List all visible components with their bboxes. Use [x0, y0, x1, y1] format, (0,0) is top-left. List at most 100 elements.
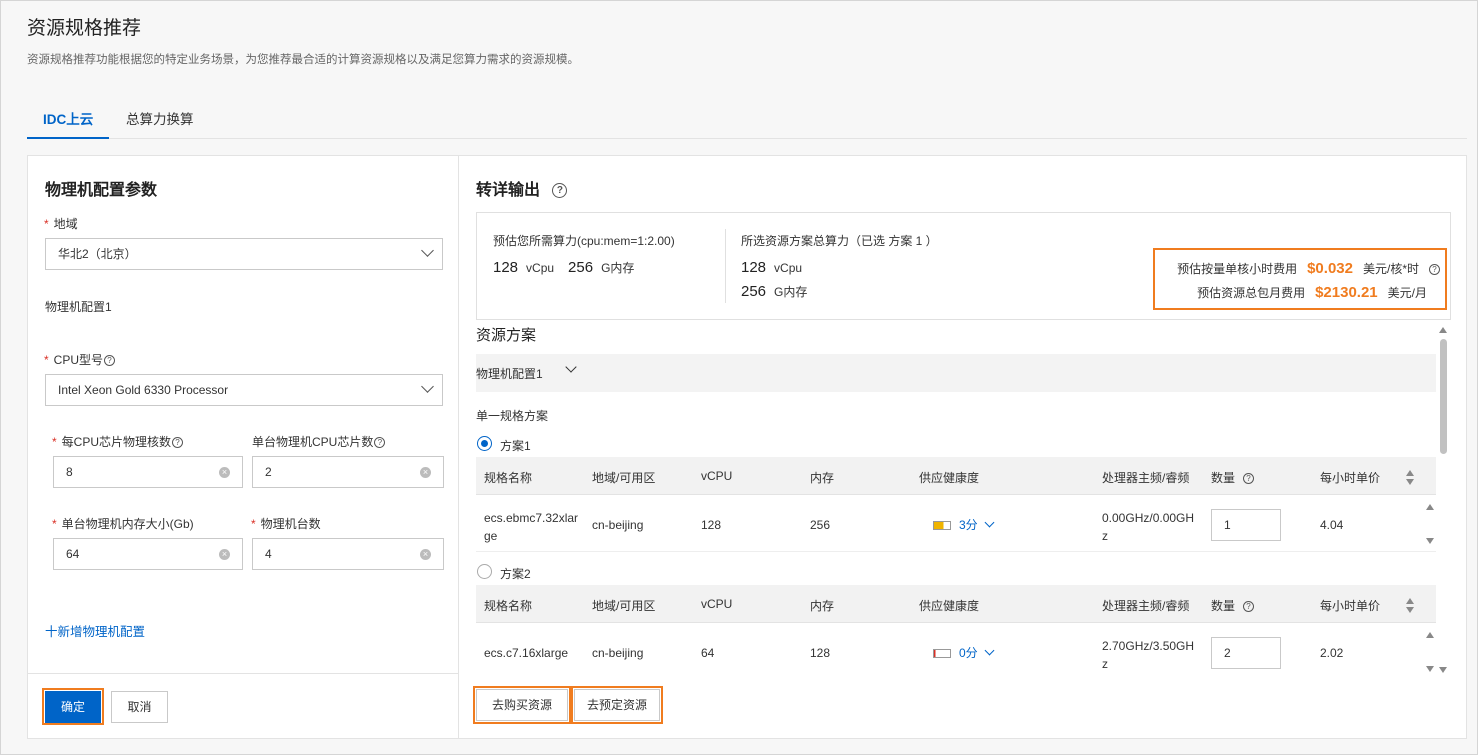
col-frequency: 处理器主频/睿频	[1102, 471, 1190, 485]
health-bar-icon	[933, 649, 951, 658]
health-bar-icon	[933, 521, 951, 530]
compute-summary: 预估您所需算力(cpu:mem=1:2.00) 128 vCpu 256 G内存 所选…	[476, 212, 1451, 320]
plan1-radio[interactable]	[477, 436, 492, 451]
col-hourly-price: 每小时单价	[1320, 471, 1381, 485]
help-icon[interactable]: ?	[172, 437, 184, 448]
scrollbar-thumb[interactable]	[1440, 339, 1447, 454]
help-icon[interactable]: ?	[104, 355, 116, 366]
col-vcpu: vCPU	[701, 597, 733, 611]
plan1-quantity-input[interactable]: 1	[1211, 509, 1281, 541]
plan2-price: 2.02	[1320, 646, 1344, 660]
plan2-spec: ecs.c7.16xlarge	[484, 646, 569, 660]
plan1-label: 方案1	[500, 439, 531, 453]
cores-label: * 每CPU芯片物理核数?	[52, 433, 184, 450]
scroll-up-icon[interactable]	[1439, 327, 1447, 333]
region-label: * 地域	[44, 217, 78, 231]
plan1-region: cn-beijing	[592, 518, 644, 532]
confirm-button[interactable]: 确定	[45, 691, 101, 723]
hourly-cost: 预估按量单核小时费用 $0.032 美元/核*时?	[1177, 260, 1440, 277]
help-icon[interactable]: ?	[1243, 473, 1255, 484]
output-panel: 转详输出 ? 预估您所需算力(cpu:mem=1:2.00) 128 vCpu 25…	[458, 155, 1467, 739]
add-physical-config-link[interactable]: 十新增物理机配置	[45, 621, 145, 640]
memory-input[interactable]: 64 ×	[53, 538, 243, 570]
col-spec: 规格名称	[484, 471, 533, 485]
clear-icon[interactable]: ×	[420, 467, 431, 478]
page-description: 资源规格推荐功能根据您的特定业务场景，为您推荐最合适的计算资源规格以及满足您算力…	[27, 54, 579, 66]
single-spec-label: 单一规格方案	[476, 409, 549, 423]
plan2-vcpu: 64	[701, 646, 715, 660]
clear-icon[interactable]: ×	[420, 549, 431, 560]
clear-icon[interactable]: ×	[219, 549, 230, 560]
col-health: 供应健康度	[919, 599, 980, 613]
reserve-resource-button[interactable]: 去预定资源	[574, 689, 660, 721]
region-select[interactable]: 华北2（北京）	[45, 238, 443, 270]
col-region: 地域/可用区	[592, 599, 656, 613]
required-compute-title: 预估您所需算力(cpu:mem=1:2.00)	[493, 234, 675, 248]
col-memory: 内存	[810, 599, 835, 613]
col-region: 地域/可用区	[592, 471, 656, 485]
sort-down-icon[interactable]	[1406, 479, 1414, 485]
col-quantity: 数量?	[1211, 469, 1255, 486]
plan1-table-row: ecs.ebmc7.32xlar ge cn-beijing 128 256 3分…	[476, 496, 1436, 552]
chips-label: 单台物理机CPU芯片数?	[252, 433, 386, 450]
scroll-up-icon[interactable]	[1426, 504, 1434, 510]
page-title: 资源规格推荐	[27, 18, 142, 39]
plan2-frequency: 2.70GHz/3.50GH z	[1102, 639, 1195, 671]
left-panel-title: 物理机配置参数	[45, 182, 158, 199]
col-hourly-price: 每小时单价	[1320, 599, 1381, 613]
resource-plan-title: 资源方案	[476, 327, 537, 344]
buy-resource-button[interactable]: 去购买资源	[476, 689, 568, 721]
app-frame: 资源规格推荐 资源规格推荐功能根据您的特定业务场景，为您推荐最合适的计算资源规格…	[0, 0, 1478, 755]
help-icon[interactable]: ?	[1429, 264, 1440, 275]
plan2-table-row: ecs.c7.16xlarge cn-beijing 64 128 0分 2.7…	[476, 624, 1436, 680]
scroll-down-icon[interactable]	[1426, 666, 1434, 672]
plan2-health[interactable]: 0分	[933, 644, 995, 661]
chevron-down-icon	[421, 380, 434, 393]
cpu-model-select[interactable]: Intel Xeon Gold 6330 Processor	[45, 374, 443, 406]
sort-up-icon[interactable]	[1406, 470, 1414, 476]
plan1-memory: 256	[810, 518, 831, 532]
clear-icon[interactable]: ×	[219, 467, 230, 478]
tab-idc[interactable]: IDC上云	[43, 108, 93, 128]
cpu-model-label: * CPU型号?	[44, 351, 116, 368]
help-icon[interactable]: ?	[374, 437, 386, 448]
help-icon[interactable]: ?	[1243, 601, 1255, 612]
chevron-down-icon	[984, 645, 995, 656]
plan2-memory: 128	[810, 646, 831, 660]
tab-bar: IDC上云 总算力换算	[27, 99, 1467, 139]
count-input[interactable]: 4 ×	[252, 538, 444, 570]
plan1-spec: ecs.ebmc7.32xlar ge	[484, 511, 579, 543]
plan1-price: 4.04	[1320, 518, 1344, 532]
plan2-radio[interactable]	[477, 564, 492, 579]
col-frequency: 处理器主频/睿频	[1102, 599, 1190, 613]
monthly-cost: 预估资源总包月费用 $2130.21 美元/月	[1197, 284, 1427, 301]
selected-vcpu: 128 vCpu	[741, 259, 803, 276]
divider	[725, 229, 726, 303]
left-footer: 确定 取消	[28, 673, 458, 738]
cancel-button[interactable]: 取消	[111, 691, 168, 723]
plan1-health[interactable]: 3分	[933, 516, 995, 533]
cores-input[interactable]: 8 ×	[53, 456, 243, 488]
memory-label: * 单台物理机内存大小(Gb)	[52, 517, 194, 531]
chevron-down-icon	[565, 361, 577, 373]
col-health: 供应健康度	[919, 471, 980, 485]
required-compute-values: 128 vCpu 256 G内存	[493, 259, 635, 276]
scroll-down-icon[interactable]	[1439, 667, 1447, 673]
plan2-quantity-input[interactable]: 2	[1211, 637, 1281, 669]
chevron-down-icon	[421, 244, 434, 257]
help-icon[interactable]: ?	[552, 183, 568, 198]
plan1-table-header: 规格名称 地域/可用区 vCPU 内存 供应健康度 处理器主频/睿频 数量? 每…	[476, 457, 1436, 495]
col-memory: 内存	[810, 471, 835, 485]
tab-total-compute[interactable]: 总算力换算	[126, 108, 194, 128]
scroll-down-icon[interactable]	[1426, 538, 1434, 544]
sort-down-icon[interactable]	[1406, 607, 1414, 613]
sort-up-icon[interactable]	[1406, 598, 1414, 604]
col-vcpu: vCPU	[701, 469, 733, 483]
plan2-region: cn-beijing	[592, 646, 644, 660]
chips-input[interactable]: 2 ×	[252, 456, 444, 488]
config-group-header[interactable]: 物理机配置1	[476, 354, 1436, 392]
scroll-up-icon[interactable]	[1426, 632, 1434, 638]
right-panel-title: 转详输出 ?	[476, 176, 568, 200]
active-tab-indicator	[27, 137, 109, 139]
col-quantity: 数量?	[1211, 597, 1255, 614]
